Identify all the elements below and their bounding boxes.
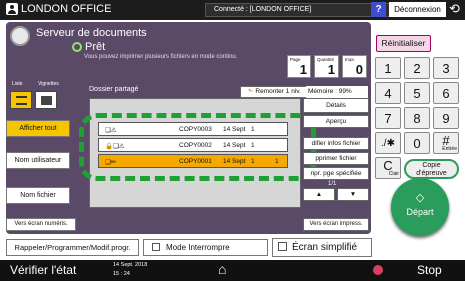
document-server-panel: Serveur de documents Prêt Vous pouvez im… xyxy=(6,22,371,234)
key-9[interactable]: 9 xyxy=(433,107,459,129)
details-button[interactable]: Détails xyxy=(303,98,369,113)
bottom-toolbar: Rappeler/Programmer/Modif.progr. Mode In… xyxy=(0,236,380,258)
interrupt-mode-toggle[interactable]: Mode Interrompre xyxy=(143,239,268,256)
key-5[interactable]: 5 xyxy=(404,82,430,104)
start-icon: ◇ xyxy=(415,192,425,204)
checkbox-icon xyxy=(278,242,287,251)
top-bar: LONDON OFFICE Connecté : [LONDON OFFICE]… xyxy=(0,0,465,20)
scan-screen-button[interactable]: Vers écran numéris. xyxy=(6,218,76,231)
edit-file-info-button[interactable]: difier infos fichier xyxy=(303,137,369,150)
view-mode-labels: Liste Vignettes xyxy=(12,81,59,87)
delete-file-button[interactable]: pprimer fichier xyxy=(303,152,369,165)
show-all-button[interactable]: Afficher tout xyxy=(6,120,70,137)
help-button[interactable]: ? xyxy=(371,2,386,17)
check-status-button[interactable]: Vérifier l'état xyxy=(10,263,76,277)
clear-key[interactable]: C Clair xyxy=(375,157,401,179)
user-name-button[interactable]: Nom utilisateur xyxy=(6,152,70,169)
key-4[interactable]: 4 xyxy=(375,82,401,104)
simple-screen-toggle[interactable]: Écran simplifié xyxy=(272,238,372,257)
checkbox-icon xyxy=(152,243,160,251)
scroll-down-button[interactable]: ▼ xyxy=(337,188,369,201)
page-counter: Page 1 xyxy=(287,55,311,78)
start-button[interactable]: ◇ Départ xyxy=(391,178,449,236)
key-1[interactable]: 1 xyxy=(375,57,401,79)
print-screen-button[interactable]: Vers écran impress. xyxy=(303,218,369,231)
scroll-up-button[interactable]: ▲ xyxy=(303,188,335,201)
highlight-outline xyxy=(79,113,316,181)
key-2[interactable]: 2 xyxy=(404,57,430,79)
file-name-button[interactable]: Nom fichier xyxy=(6,187,70,204)
key-asterisk[interactable]: ./✱ xyxy=(375,132,401,154)
user-icon xyxy=(6,3,18,15)
recall-program-button[interactable]: Rappeler/Programmer/Modif.progr. xyxy=(6,239,139,256)
print-specified-page-button[interactable]: npr. pge spécifiée xyxy=(303,167,369,180)
home-icon: ⌂ xyxy=(218,261,227,277)
home-button[interactable]: ⌂ xyxy=(218,261,240,280)
stop-button[interactable]: Stop xyxy=(417,263,442,277)
key-7[interactable]: 7 xyxy=(375,107,401,129)
list-icon xyxy=(16,96,27,105)
date-display: 14 Sept. 2018 xyxy=(113,262,148,268)
key-8[interactable]: 8 xyxy=(404,107,430,129)
memory-indicator: Mémoire : 99% xyxy=(306,86,368,98)
status-message: Vous pouvez imprimer plusieurs fichiers … xyxy=(84,54,238,60)
arrow-up-icon: ▲ xyxy=(315,191,323,198)
page-indicator: 1/1 xyxy=(328,181,337,187)
key-6[interactable]: 6 xyxy=(433,82,459,104)
quantity-counter: Quantité 1 xyxy=(314,55,339,78)
up-one-level-button[interactable]: ⬑ Remonter 1 niv. xyxy=(240,86,309,98)
ready-icon xyxy=(72,42,82,52)
sample-copy-button[interactable]: Copie d'épreuve xyxy=(404,159,459,179)
key-3[interactable]: 3 xyxy=(433,57,459,79)
document-server-icon xyxy=(10,26,30,46)
office-title: LONDON OFFICE xyxy=(6,3,111,15)
key-0[interactable]: 0 xyxy=(404,132,430,154)
reset-button[interactable]: Réinitialiser xyxy=(376,35,431,52)
logout-button[interactable]: Déconnexion xyxy=(389,2,446,17)
arrow-down-icon: ▼ xyxy=(349,191,357,198)
time-display: 15 : 24 xyxy=(113,271,130,277)
preview-button[interactable]: Aperçu xyxy=(303,115,369,128)
footer-bar: Vérifier l'état 14 Sept. 2018 15 : 24 ⌂ … xyxy=(0,260,465,281)
print-counter: Impr. 0 xyxy=(342,55,367,78)
page-title: Serveur de documents xyxy=(36,27,147,39)
back-icon[interactable]: ⟲ xyxy=(449,1,460,17)
thumbnail-view-button[interactable] xyxy=(35,91,57,109)
key-hash-enter[interactable]: # Entrée xyxy=(433,132,459,154)
grid-icon xyxy=(41,96,52,105)
list-view-button[interactable] xyxy=(10,91,32,109)
stop-indicator-icon xyxy=(373,265,383,275)
ready-status: Prêt xyxy=(72,41,105,53)
folder-up-icon: ⬑ xyxy=(248,88,254,95)
